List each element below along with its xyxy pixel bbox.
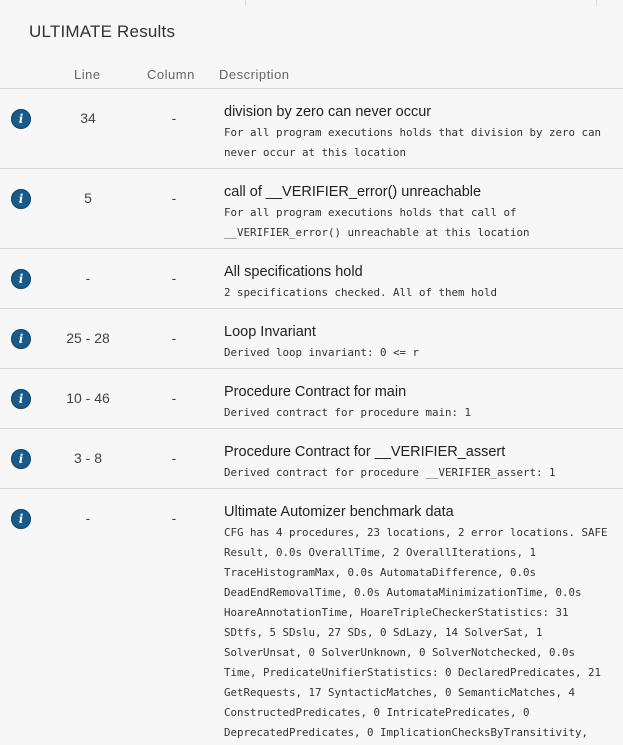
line-value: 3 - 8 [73,450,102,466]
top-tab-left [0,0,246,6]
column-value: - [171,190,177,206]
results-title: ULTIMATE Results [29,22,176,41]
line-value: - [85,510,91,526]
line-value: - [85,270,91,286]
result-description: CFG has 4 procedures, 23 locations, 2 er… [224,526,608,739]
column-header-line: Line [74,67,101,82]
result-row[interactable]: i 5 - call of __VERIFIER_error() unreach… [0,169,623,248]
result-description: For all program executions holds that di… [224,126,602,159]
column-value: - [171,390,177,406]
result-description: Derived loop invariant: 0 <= r [224,346,420,359]
info-icon: i [11,189,31,209]
result-title: All specifications hold [224,264,363,280]
column-value: - [171,510,177,526]
result-row[interactable]: i 3 - 8 - Procedure Contract for __VERIF… [0,429,623,488]
result-row[interactable]: i - - All specifications hold 2 specific… [0,249,623,308]
top-tab-strip [0,0,623,6]
result-title: Procedure Contract for main [224,384,407,400]
column-value: - [171,270,177,286]
line-value: 25 - 28 [66,330,110,346]
column-header-column: Column [147,67,195,82]
result-description: Derived contract for procedure __VERIFIE… [224,466,556,479]
result-title: Procedure Contract for __VERIFIER_assert [224,444,506,460]
info-icon: i [11,329,31,349]
line-value: 5 [84,190,92,206]
result-row[interactable]: i 34 - division by zero can never occur … [0,89,623,168]
result-row[interactable]: i 10 - 46 - Procedure Contract for main … [0,369,623,428]
info-icon: i [11,269,31,289]
info-icon: i [11,109,31,129]
result-title: Loop Invariant [224,324,316,340]
result-title: division by zero can never occur [224,104,432,120]
result-description: 2 specifications checked. All of them ho… [224,286,498,299]
column-value: - [171,330,177,346]
line-value: 10 - 46 [66,390,110,406]
result-title: Ultimate Automizer benchmark data [224,504,454,520]
line-value: 34 [80,110,96,126]
result-title: call of __VERIFIER_error() unreachable [224,184,482,200]
result-row[interactable]: i 25 - 28 - Loop Invariant Derived loop … [0,309,623,368]
result-row[interactable]: i - - Ultimate Automizer benchmark data … [0,489,623,745]
column-header-description: Description [219,67,290,82]
column-value: - [171,110,177,126]
result-description: For all program executions holds that ca… [224,206,530,239]
info-icon: i [11,449,31,469]
info-icon: i [11,509,31,529]
column-value: - [171,450,177,466]
result-description: Derived contract for procedure main: 1 [224,406,472,419]
info-icon: i [11,389,31,409]
top-tab-right [246,0,597,6]
